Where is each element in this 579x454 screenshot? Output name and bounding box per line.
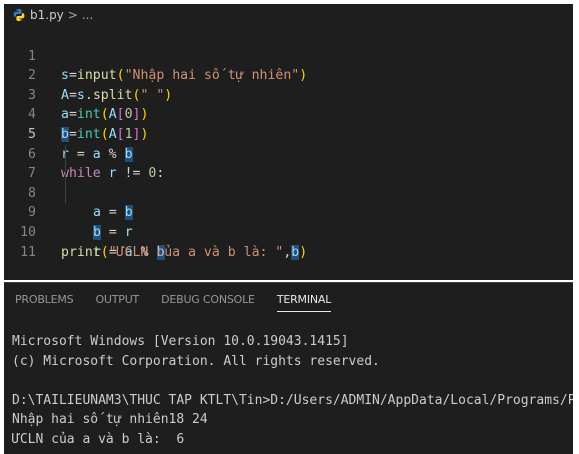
vscode-window: b1.py > ... 1 s=input("Nhập hai số tự nh…: [0, 0, 579, 454]
indent-guide: [65, 164, 66, 184]
bottom-panel: PROBLEMS OUTPUT DEBUG CONSOLE TERMINAL M…: [4, 282, 573, 454]
code-line[interactable]: 7 a = b: [4, 144, 573, 221]
breadcrumb-file[interactable]: b1.py: [30, 8, 64, 22]
python-file-icon: [12, 8, 26, 22]
indent-guide: [65, 144, 66, 165]
code-line[interactable]: 9 r = a % b: [4, 183, 573, 260]
terminal-line: Microsoft Windows [Version 10.0.19043.14…: [12, 334, 349, 349]
code-line[interactable]: 2 A=s.split(" "): [4, 47, 573, 103]
line-number: 11: [20, 244, 36, 260]
token: ): [299, 244, 308, 260]
tab-terminal[interactable]: TERMINAL: [266, 283, 342, 317]
panel-tabs: PROBLEMS OUTPUT DEBUG CONSOLE TERMINAL: [4, 283, 342, 317]
terminal-line: (c) Microsoft Corporation. All rights re…: [12, 353, 380, 369]
code-editor[interactable]: b1.py > ... 1 s=input("Nhập hai số tự nh…: [4, 4, 573, 280]
code-line[interactable]: 3 a=int(A[0]): [4, 66, 573, 123]
code-line[interactable]: 6 while r != 0:: [4, 125, 573, 182]
code-line[interactable]: 10 print("ƯCLN của a và b là: ",b): [4, 203, 573, 260]
code-line[interactable]: 5 r = a % b: [4, 105, 573, 162]
breadcrumb-more[interactable]: ...: [82, 8, 93, 22]
code-lines[interactable]: 1 s=input("Nhập hai số tự nhiên") 2 A=s.…: [4, 27, 573, 260]
terminal-line: D:\TAILIEUNAM3\THUC TAP KTLT\Tin>D:/User…: [12, 392, 573, 408]
terminal-line: Nhập hai số tự nhiên18 24: [12, 412, 208, 428]
indent-guide: [65, 183, 66, 204]
breadcrumb-separator: >: [67, 8, 78, 22]
token: (: [100, 244, 109, 260]
tab-problems[interactable]: PROBLEMS: [4, 283, 84, 317]
code-line[interactable]: 4 b=int(A[1]): [4, 86, 573, 142]
code-line[interactable]: 1 s=input("Nhập hai số tự nhiên"): [4, 27, 573, 84]
token: "ƯCLN của a và b là: ": [108, 244, 284, 260]
breadcrumb: b1.py > ...: [4, 4, 573, 26]
terminal-line: ƯCLN của a và b là: 6: [12, 431, 185, 447]
code-line[interactable]: 11: [4, 223, 573, 260]
line-text: print("ƯCLN của a và b là: ",b): [61, 243, 307, 263]
tab-output[interactable]: OUTPUT: [84, 283, 150, 317]
tab-debug-console[interactable]: DEBUG CONSOLE: [150, 283, 266, 317]
code-line[interactable]: 8 b = r: [4, 164, 573, 240]
terminal-output[interactable]: Microsoft Windows [Version 10.0.19043.14…: [12, 332, 573, 450]
